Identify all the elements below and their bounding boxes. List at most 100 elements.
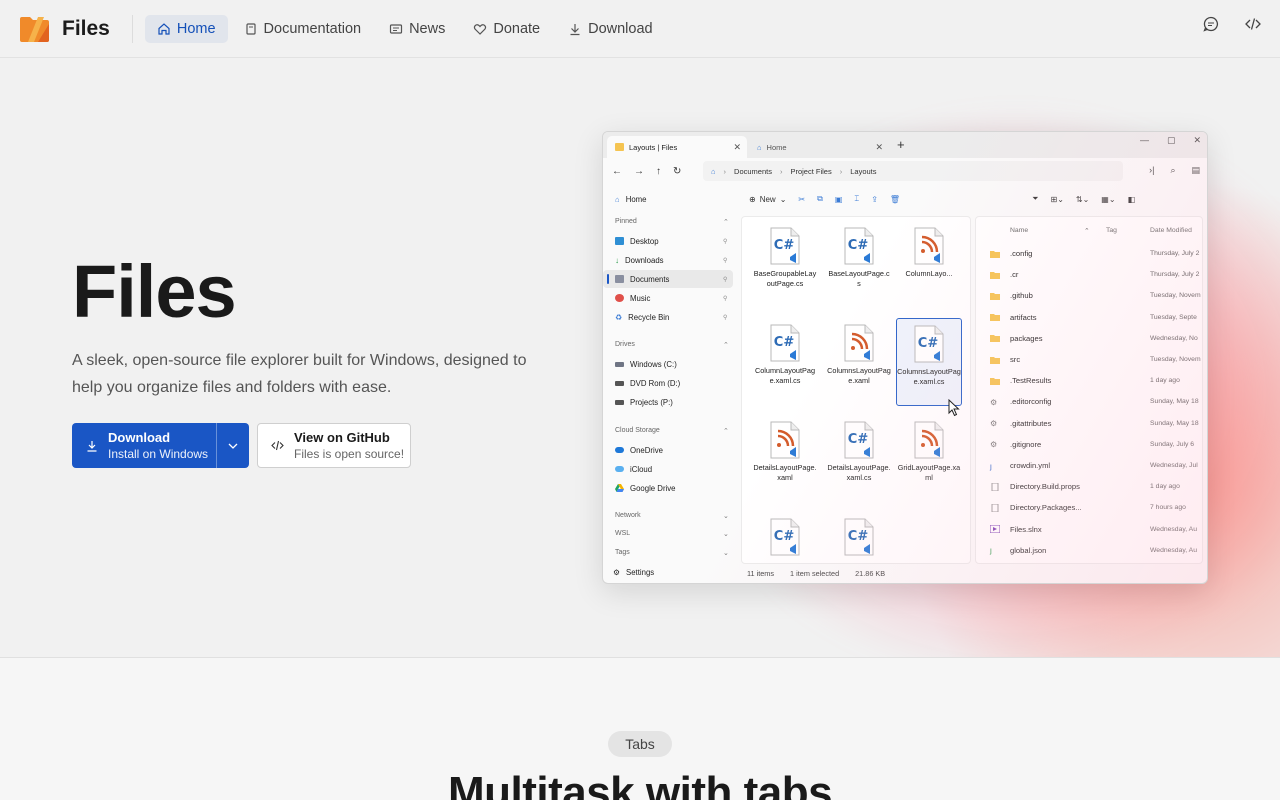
details-pane-icon: ◧ bbox=[1127, 194, 1136, 204]
back-icon: ← bbox=[612, 165, 622, 177]
breadcrumb-item: Project Files bbox=[790, 166, 832, 176]
home-icon: ⌂ bbox=[711, 166, 716, 176]
newspaper-icon bbox=[389, 23, 403, 34]
home-icon: ⌂ bbox=[615, 194, 620, 204]
details-file-name: Directory.Packages... bbox=[1010, 503, 1082, 513]
add-tab-icon: + bbox=[897, 137, 905, 152]
app-status-bar: 11 items 1 item selected 21.86 KB bbox=[747, 569, 885, 578]
file-name: ColumnLayoutPage.xaml.cs bbox=[754, 366, 816, 385]
search-icon: ⌕ bbox=[1170, 165, 1176, 175]
chat-icon[interactable] bbox=[1202, 15, 1220, 33]
sidebar-item-label: Windows (C:) bbox=[630, 359, 677, 369]
details-file-name: .config bbox=[1010, 249, 1033, 258]
file-grid-item: ColumnLayo... bbox=[896, 221, 962, 279]
details-row: artifacts Tuesday, Septe bbox=[990, 307, 1202, 328]
status-size: 21.86 KB bbox=[855, 569, 886, 578]
details-file-date: Sunday, July 6 bbox=[1150, 440, 1195, 448]
download-options-button[interactable] bbox=[217, 423, 249, 468]
app-address-actions: ›| ⌕ ▤ bbox=[1149, 165, 1200, 176]
app-sidebar: ⌂ Home Pinned ⌃ Desktop ⚲ ↓ Downloads ⚲ … bbox=[603, 186, 737, 566]
details-file-date: Wednesday, Au bbox=[1150, 546, 1197, 554]
chevron-down-icon: ⌄ bbox=[723, 550, 729, 557]
sidebar-item-onedrive: OneDrive bbox=[603, 441, 733, 459]
code-icon[interactable] bbox=[1244, 15, 1262, 33]
details-row: .config Thursday, July 2 bbox=[990, 243, 1202, 264]
details-file-name: .gitignore bbox=[1010, 439, 1042, 449]
download-icon bbox=[570, 23, 580, 35]
github-subtitle: Files is open source! bbox=[294, 447, 405, 461]
nav-download[interactable]: Download bbox=[556, 15, 665, 43]
file-name: BaseLayoutPage.cs bbox=[828, 269, 890, 288]
sidebar-item-drive-c: Windows (C:) bbox=[603, 355, 733, 373]
desktop-icon bbox=[615, 237, 624, 245]
chevron-down-icon: ⌄ bbox=[723, 513, 729, 520]
file-icon bbox=[991, 503, 999, 512]
details-file-date: 7 hours ago bbox=[1150, 504, 1186, 512]
rename-icon: ⌶ bbox=[854, 194, 860, 203]
chevron-right-icon: › bbox=[779, 166, 783, 176]
folder-icon bbox=[990, 356, 1000, 364]
nav-documentation[interactable]: Documentation bbox=[232, 15, 374, 43]
layout-icon: ▦⌄ bbox=[1101, 194, 1116, 204]
heart-icon bbox=[474, 23, 487, 35]
file-icon bbox=[991, 482, 999, 491]
file-name: ColumnsLayoutPage.xaml bbox=[827, 366, 891, 385]
status-selection: 1 item selected bbox=[790, 569, 840, 578]
xaml-file-icon bbox=[914, 227, 944, 265]
pin-icon: ⚲ bbox=[723, 238, 728, 245]
nav-donate[interactable]: Donate bbox=[461, 15, 552, 43]
sidebar-settings: ⚙ Settings bbox=[613, 568, 654, 577]
group-icon: ⊞⌄ bbox=[1050, 194, 1064, 204]
details-file-name: Files.slnx bbox=[1010, 524, 1042, 534]
app-breadcrumb: ⌂ › Documents › Project Files › Layouts bbox=[703, 161, 1123, 181]
brand[interactable]: Files bbox=[18, 0, 110, 58]
column-header-tag: Tag bbox=[1106, 227, 1117, 234]
xaml-file-icon bbox=[914, 421, 944, 459]
close-icon: ✕ bbox=[1193, 135, 1201, 145]
details-file-name: packages bbox=[1010, 333, 1043, 343]
details-row: ȷ crowdin.yml Wednesday, Jul bbox=[990, 455, 1202, 476]
csharp-file-icon: C# bbox=[770, 518, 800, 556]
nav-home[interactable]: Home bbox=[144, 14, 228, 43]
file-name: GridLayoutPage.xaml bbox=[897, 463, 961, 482]
chevron-up-icon: ⌃ bbox=[1084, 228, 1090, 235]
app-preview-window: Layouts | Files ✕ ⌂ Home ✕ + — ▢ ✕ ← → ↑… bbox=[602, 131, 1208, 584]
sidebar-item-label: iCloud bbox=[630, 464, 653, 474]
details-file-name: Directory.Build.props bbox=[1010, 482, 1080, 492]
details-row: ⚙ .gitignore Sunday, July 6 bbox=[990, 434, 1202, 455]
download-button[interactable]: Download Install on Windows bbox=[72, 423, 249, 468]
pane-icon: ▤ bbox=[1191, 165, 1200, 175]
nav-news[interactable]: News bbox=[377, 15, 457, 43]
sidebar-item-home: ⌂ Home bbox=[603, 190, 733, 208]
documents-icon bbox=[615, 275, 624, 283]
details-row: packages Wednesday, No bbox=[990, 328, 1202, 349]
file-grid-item: C# ColumnsLayoutPage.xaml.cs bbox=[896, 318, 962, 406]
mouse-cursor-icon bbox=[948, 399, 960, 417]
details-file-date: Wednesday, No bbox=[1150, 334, 1198, 342]
sidebar-item-recycle-bin: ♻ Recycle Bin ⚲ bbox=[603, 308, 733, 326]
home-icon bbox=[158, 22, 170, 35]
sidebar-item-drive-p: Projects (P:) bbox=[603, 393, 733, 411]
file-name: DetailsLayoutPage.xaml.cs bbox=[827, 463, 891, 482]
sidebar-item-label: Documents bbox=[630, 274, 670, 284]
sidebar-section-pinned: Pinned bbox=[615, 218, 637, 225]
delete-icon: 🗑 bbox=[889, 194, 901, 204]
section-badge: Tabs bbox=[608, 731, 672, 757]
svg-text:C#: C# bbox=[774, 335, 795, 350]
files-logo-icon bbox=[18, 15, 51, 43]
file-grid-item: DetailsLayoutPage.xaml bbox=[752, 415, 818, 483]
recycle-bin-icon: ♻ bbox=[615, 312, 623, 322]
icloud-icon bbox=[615, 466, 624, 472]
github-button[interactable]: View on GitHub Files is open source! bbox=[257, 423, 411, 468]
paste-icon: ▣ bbox=[834, 194, 843, 204]
chevron-up-icon: ⌃ bbox=[723, 342, 729, 349]
xaml-file-icon bbox=[770, 421, 800, 459]
download-main[interactable]: Download Install on Windows bbox=[72, 423, 217, 468]
details-row: ⚙ .editorconfig Sunday, May 18 bbox=[990, 391, 1202, 412]
sidebar-item-music: Music ⚲ bbox=[603, 289, 733, 307]
details-file-name: src bbox=[1010, 355, 1021, 364]
details-file-date: Tuesday, Septe bbox=[1150, 313, 1197, 321]
file-grid-item: C# DetailsLayoutPage.xaml.cs bbox=[826, 415, 892, 483]
gear-icon: ⚙ bbox=[990, 419, 998, 429]
details-file-name: .TestResults bbox=[1010, 376, 1052, 386]
